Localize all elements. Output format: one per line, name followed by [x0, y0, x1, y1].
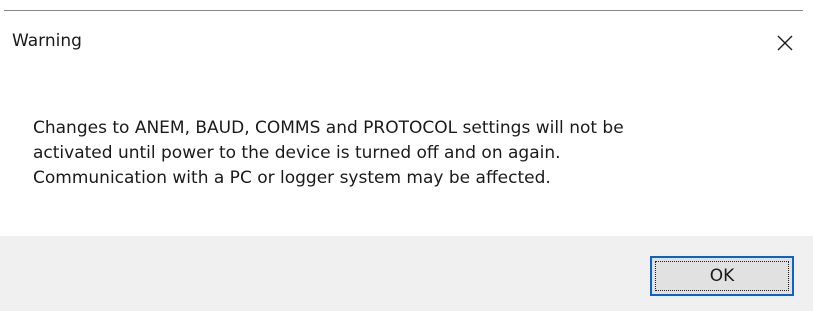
title-bar: Warning: [0, 11, 813, 73]
message-line-1: Changes to ANEM, BAUD, COMMS and PROTOCO…: [33, 118, 624, 138]
message-line-3: Communication with a PC or logger system…: [33, 168, 551, 188]
close-button[interactable]: [765, 27, 805, 59]
message-line-2: activated until power to the device is t…: [33, 143, 561, 163]
button-bar: OK: [0, 236, 813, 311]
warning-dialog: Warning Changes to ANEM, BAUD, COMMS and…: [0, 0, 813, 311]
close-icon: [777, 35, 793, 51]
ok-button-label: OK: [709, 266, 735, 286]
ok-button[interactable]: OK: [650, 256, 794, 296]
window-title: Warning: [12, 31, 82, 51]
warning-message: Changes to ANEM, BAUD, COMMS and PROTOCO…: [33, 116, 793, 191]
